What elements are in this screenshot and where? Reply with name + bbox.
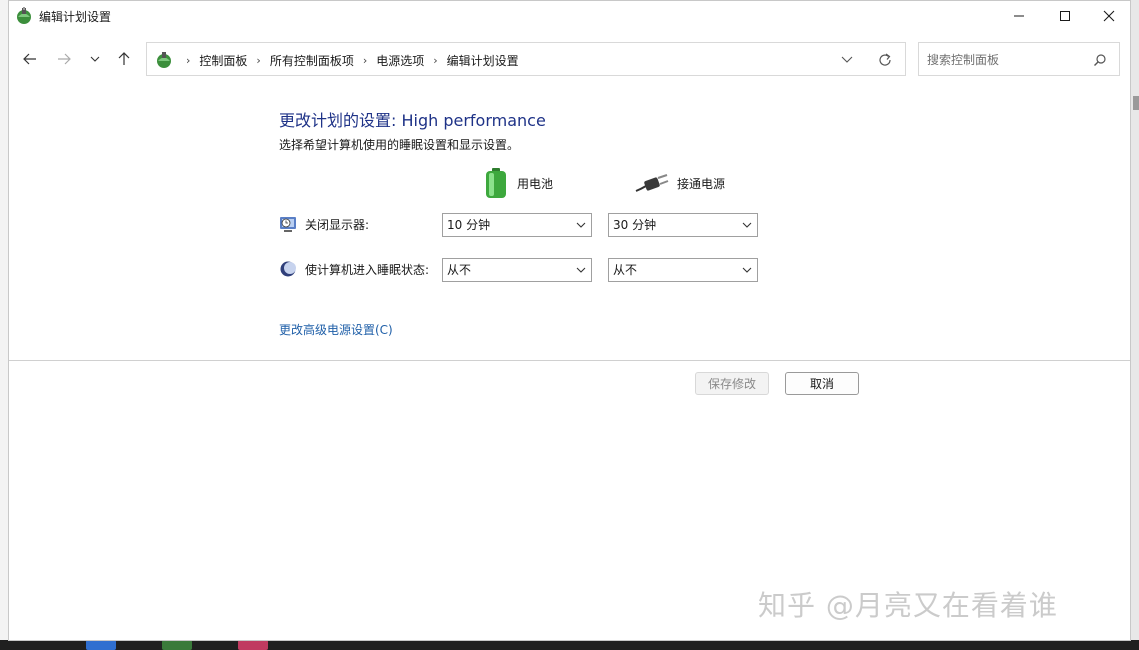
sleep-battery-select[interactable]: 从不 (442, 258, 592, 282)
breadcrumb-separator-icon: › (186, 54, 191, 67)
chevron-down-icon (90, 56, 100, 62)
close-icon (1103, 10, 1115, 22)
address-history-dropdown-icon[interactable] (839, 53, 855, 67)
divider (9, 360, 1130, 361)
sleep-battery-value: 从不 (447, 263, 472, 277)
moon-icon (280, 261, 296, 277)
chevron-down-icon (742, 267, 752, 273)
minimize-icon (1014, 15, 1024, 17)
display-battery-select[interactable]: 10 分钟 (442, 213, 592, 237)
arrow-right-icon (58, 53, 71, 65)
search-icon[interactable] (1093, 53, 1107, 67)
page-title: 更改计划的设置: High performance (279, 111, 546, 130)
maximize-icon (1060, 11, 1070, 21)
breadcrumb-item-power-options[interactable]: 电源选项 (376, 52, 424, 69)
taskbar-app-icon[interactable] (238, 640, 268, 650)
column-header-plugged-in: 接通电源 (635, 167, 725, 199)
column-label-plugged-in: 接通电源 (677, 176, 726, 191)
sleep-plugged-in-value: 从不 (613, 263, 638, 277)
refresh-icon[interactable] (877, 52, 893, 68)
maximize-button[interactable] (1042, 1, 1088, 31)
search-input[interactable] (927, 51, 1087, 69)
watermark: 知乎 @月亮又在看着谁 (758, 589, 1058, 622)
minimize-button[interactable] (996, 1, 1042, 31)
breadcrumb-item-all-items[interactable]: 所有控制面板项 (270, 52, 354, 69)
battery-icon (486, 168, 506, 198)
breadcrumb-separator-icon: › (433, 54, 438, 67)
window-title: 编辑计划设置 (39, 10, 112, 24)
row-turn-off-display: 关闭显示器: (279, 215, 369, 233)
breadcrumb-item-control-panel[interactable]: 控制面板 (199, 52, 247, 69)
power-plug-icon (635, 174, 669, 192)
column-label-battery: 用电池 (517, 176, 554, 191)
breadcrumb-separator-icon: › (256, 54, 261, 67)
close-button[interactable] (1086, 1, 1132, 31)
page-subtitle: 选择希望计算机使用的睡眠设置和显示设置。 (279, 138, 520, 152)
edit-plan-settings-window: 编辑计划设置 › 控制面板 › 所有控制面板项 › 电源选项 › 编辑计划设置 … (8, 0, 1131, 641)
cancel-button[interactable]: 取消 (785, 372, 859, 395)
breadcrumb-separator-icon: › (362, 54, 368, 67)
display-plugged-in-value: 30 分钟 (613, 218, 657, 232)
desktop-background-right (1131, 0, 1139, 650)
control-panel-icon (157, 52, 171, 68)
taskbar-app-icon[interactable] (86, 640, 116, 650)
column-header-battery: 用电池 (483, 167, 553, 199)
sleep-plugged-in-select[interactable]: 从不 (608, 258, 758, 282)
desktop-background-left (0, 0, 8, 650)
chevron-down-icon (742, 222, 752, 228)
address-bar[interactable]: › 控制面板 › 所有控制面板项 › 电源选项 › 编辑计划设置 (146, 42, 906, 76)
monitor-clock-icon (280, 217, 296, 232)
background-scrollbar (1133, 96, 1139, 110)
display-battery-value: 10 分钟 (447, 218, 491, 232)
taskbar-app-icon[interactable] (162, 640, 192, 650)
back-button[interactable] (18, 47, 42, 71)
row-label-turn-off-display: 关闭显示器: (305, 217, 370, 232)
display-plugged-in-select[interactable]: 30 分钟 (608, 213, 758, 237)
up-button[interactable] (112, 47, 136, 71)
arrow-up-icon (118, 52, 130, 65)
recent-locations-button[interactable] (83, 47, 107, 71)
search-box[interactable] (918, 42, 1120, 76)
chevron-down-icon (576, 267, 586, 273)
breadcrumb: › 控制面板 › 所有控制面板项 › 电源选项 › 编辑计划设置 (177, 52, 519, 69)
title-bar: 编辑计划设置 (9, 1, 1130, 31)
forward-button[interactable] (52, 47, 76, 71)
row-label-sleep: 使计算机进入睡眠状态: (305, 262, 430, 277)
arrow-left-icon (23, 53, 36, 65)
chevron-down-icon (576, 222, 586, 228)
advanced-power-settings-link[interactable]: 更改高级电源设置(C) (279, 321, 393, 338)
row-put-computer-to-sleep: 使计算机进入睡眠状态: (279, 260, 429, 278)
taskbar (0, 640, 1139, 650)
breadcrumb-item-edit-plan[interactable]: 编辑计划设置 (447, 52, 519, 69)
power-options-icon (17, 7, 31, 24)
save-changes-button[interactable]: 保存修改 (695, 372, 769, 395)
